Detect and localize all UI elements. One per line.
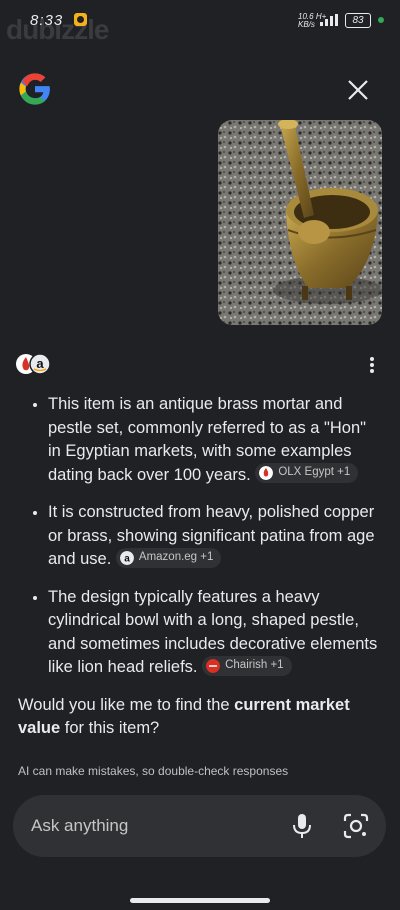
- svg-text:a: a: [36, 356, 44, 371]
- source-chip-olx[interactable]: OLX Egypt +1: [255, 463, 359, 484]
- chip-label: Chairish +1: [225, 658, 284, 671]
- list-item: This item is an antique brass mortar and…: [48, 393, 382, 487]
- ask-input-bar[interactable]: Ask anything: [13, 795, 386, 857]
- more-options-icon[interactable]: [362, 354, 382, 376]
- chip-label: OLX Egypt +1: [278, 466, 351, 479]
- list-item: The design typically features a heavy cy…: [48, 586, 382, 680]
- query-image[interactable]: [218, 120, 382, 325]
- svg-text:a: a: [124, 553, 130, 564]
- ask-input-placeholder[interactable]: Ask anything: [31, 816, 128, 836]
- google-logo-icon: [19, 73, 50, 105]
- source-icons[interactable]: a: [14, 352, 54, 376]
- home-indicator[interactable]: [130, 898, 270, 903]
- chairish-icon: [206, 658, 221, 673]
- battery-indicator: 83: [345, 13, 371, 28]
- amazon-icon: a: [119, 550, 134, 565]
- status-bar: dubizzle 8:33 10.6 H+ KB/s 83: [0, 0, 400, 45]
- source-chip-amazon[interactable]: a Amazon.eg +1: [115, 547, 222, 568]
- list-item: It is constructed from heavy, polished c…: [48, 501, 382, 572]
- signal-icon: [320, 14, 338, 26]
- google-lens-icon[interactable]: [343, 813, 369, 839]
- notification-icon: [74, 13, 87, 26]
- answer-list: This item is an antique brass mortar and…: [22, 393, 382, 680]
- olx-icon: [259, 466, 274, 481]
- privacy-dot: [378, 17, 384, 23]
- close-icon[interactable]: [344, 76, 372, 104]
- source-chip-chairish[interactable]: Chairish +1: [202, 655, 292, 676]
- answer-body: This item is an antique brass mortar and…: [18, 393, 382, 741]
- status-time: 8:33: [30, 12, 64, 29]
- microphone-icon[interactable]: [291, 813, 313, 839]
- disclaimer-text: AI can make mistakes, so double-check re…: [18, 764, 289, 778]
- followup-question: Would you like me to find the current ma…: [18, 695, 350, 738]
- chip-label: Amazon.eg +1: [138, 550, 214, 563]
